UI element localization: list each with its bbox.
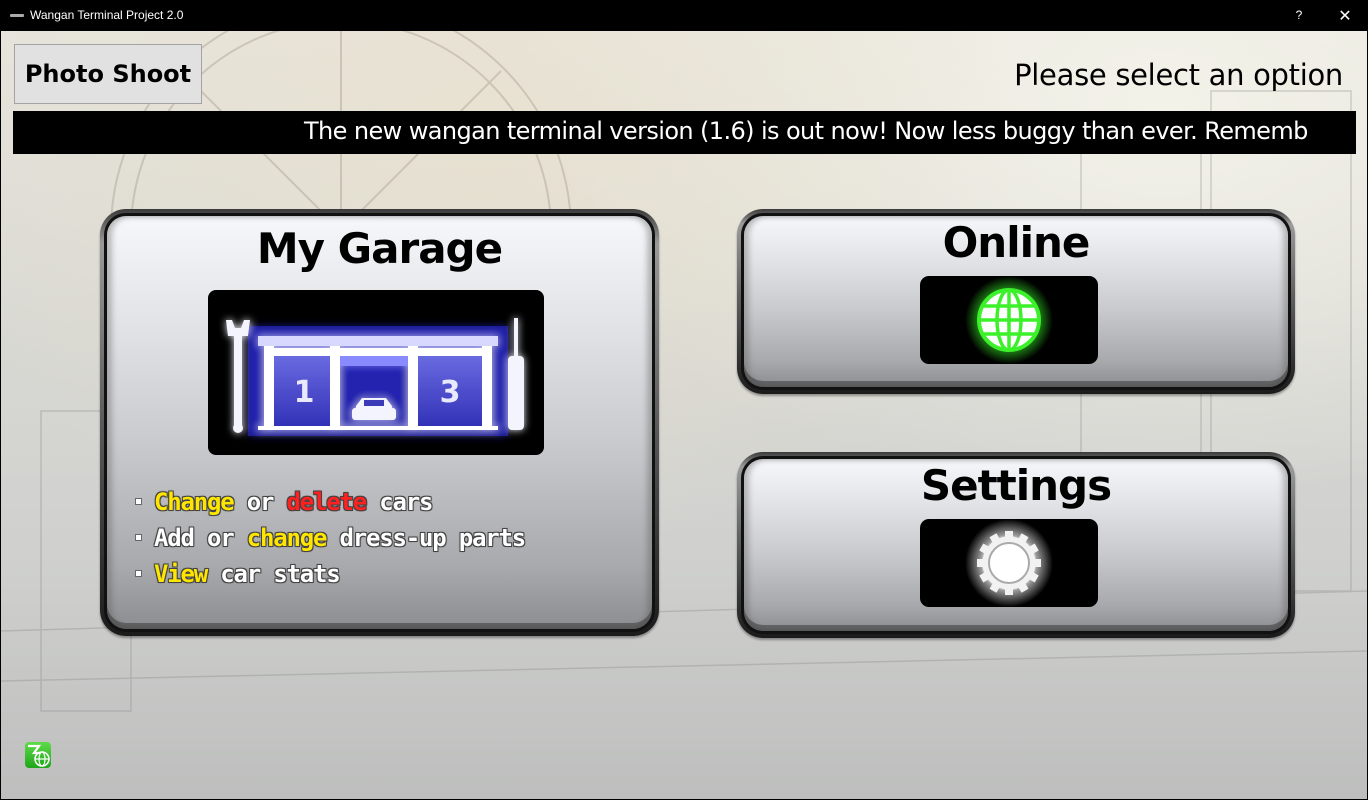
- feature-text: cars: [366, 488, 434, 517]
- gear-tooth: [1033, 559, 1041, 567]
- feature-item: Change or delete cars: [133, 484, 525, 520]
- window-title: Wangan Terminal Project 2.0: [30, 8, 184, 22]
- bullet-icon: [135, 497, 142, 505]
- news-ticker: The new wangan terminal version (1.6) is…: [13, 111, 1356, 154]
- feature-text: or: [233, 488, 287, 517]
- select-option-prompt: Please select an option: [1014, 58, 1343, 92]
- globe-icon: [965, 276, 1053, 364]
- app-icon: [10, 14, 24, 17]
- card-frame: Online: [741, 213, 1291, 390]
- online-button[interactable]: Online: [737, 209, 1295, 394]
- help-button[interactable]: ?: [1284, 0, 1314, 31]
- bay-label-1: 1: [294, 375, 315, 410]
- feature-text: View: [154, 560, 209, 589]
- feature-text: Add or: [154, 524, 247, 553]
- photo-shoot-button[interactable]: Photo Shoot: [14, 44, 202, 104]
- bullet-icon: [135, 533, 142, 541]
- online-title: Online: [942, 218, 1091, 267]
- screwdriver-icon: [508, 318, 524, 430]
- bullet-icon: [135, 569, 142, 577]
- card-frame: My Garage 1 3 Change or delete cars Add …: [104, 213, 655, 632]
- network-logo-icon[interactable]: [25, 742, 51, 768]
- close-button[interactable]: ✕: [1322, 0, 1368, 31]
- my-garage-button[interactable]: My Garage 1 3 Change or delete cars Add …: [100, 209, 659, 636]
- card-face: Online: [744, 216, 1288, 387]
- card-face: Settings: [744, 459, 1288, 631]
- wrench-icon: [226, 320, 250, 433]
- garage-image: 1 3: [208, 290, 544, 455]
- gear-tooth: [1005, 531, 1013, 539]
- feature-text: car stats: [207, 560, 341, 589]
- settings-icon-box: [920, 519, 1098, 607]
- feature-text: change: [246, 524, 328, 553]
- garage-title: My Garage: [256, 224, 503, 273]
- bay-label-3: 3: [440, 375, 461, 410]
- ticker-text: The new wangan terminal version (1.6) is…: [304, 117, 1308, 145]
- feature-item: View car stats: [133, 556, 525, 592]
- gear-icon: [965, 519, 1053, 607]
- settings-title: Settings: [920, 461, 1112, 510]
- feature-item: Add or change dress-up parts: [133, 520, 527, 556]
- title-bar: Wangan Terminal Project 2.0 ? ✕: [0, 0, 1368, 31]
- garage-icon: 1 3: [226, 318, 524, 436]
- card-frame: Settings: [741, 456, 1291, 634]
- card-face: My Garage 1 3 Change or delete cars Add …: [107, 216, 652, 629]
- gear-tooth: [977, 559, 985, 567]
- feature-text: Change: [154, 488, 236, 517]
- main-window: Photo Shoot Please select an option The …: [1, 31, 1367, 799]
- settings-button[interactable]: Settings: [737, 452, 1295, 638]
- online-icon-box: [920, 276, 1098, 364]
- gear-tooth: [1005, 587, 1013, 595]
- feature-text: delete: [286, 488, 368, 517]
- feature-text: dress-up parts: [326, 524, 527, 553]
- garage-feature-list: Change or delete cars Add or change dress…: [133, 484, 527, 592]
